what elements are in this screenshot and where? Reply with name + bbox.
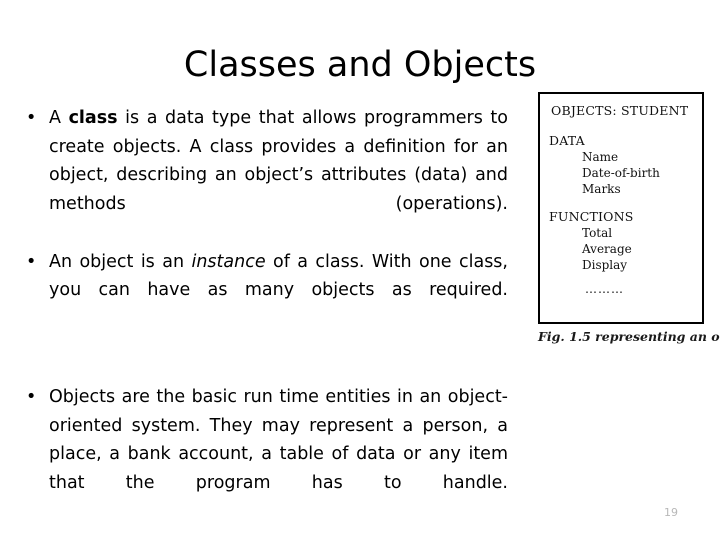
bullet-marker-icon: •	[26, 108, 37, 128]
bullet-item-2-text: An object is an instance of a class. Wit…	[49, 248, 508, 334]
figure-section-data-label: DATA	[549, 133, 585, 148]
bullet-item-3-text: Objects are the basic run time entities …	[49, 383, 508, 526]
bullet-1-segment-2: class	[68, 108, 118, 128]
figure-spacer	[540, 273, 702, 281]
bullet-item-2: • An object is an instance of a class. W…	[18, 248, 508, 334]
figure-data-item-name: Name	[582, 150, 619, 164]
figure-data-item-marks: Marks	[582, 182, 621, 196]
figure-container: OBJECTS: STUDENT DATA Name Date-of-birth…	[538, 92, 720, 345]
figure-function-item-total: Total	[582, 226, 613, 240]
figure-caption: Fig. 1.5 representing an object	[538, 329, 720, 344]
figure-ellipsis: ………	[585, 282, 624, 296]
bullet-2-segment-2: instance	[191, 251, 266, 272]
bullet-item-3: • Objects are the basic run time entitie…	[18, 383, 508, 526]
bullet-marker-icon: •	[26, 251, 37, 272]
page-title: Classes and Objects	[183, 45, 537, 85]
figure-function-item-display: Display	[582, 258, 628, 272]
page-number: 19	[664, 506, 678, 519]
bullet-3-segment-1: Objects are the basic run time entities …	[49, 387, 508, 493]
bullet-2-segment-1: An object is an	[49, 251, 192, 272]
bullet-marker-icon: •	[26, 387, 37, 407]
body-text-column: • A class is a data type that allows pro…	[18, 104, 508, 526]
figure-spacer	[540, 197, 702, 208]
object-diagram-box: OBJECTS: STUDENT DATA Name Date-of-birth…	[538, 92, 704, 324]
figure-data-item-dob: Date-of-birth	[582, 166, 660, 180]
bullet-1-segment-3: is a data type that allows programmers t…	[49, 108, 508, 214]
bullet-1-segment-1: A	[49, 108, 69, 128]
figure-spacer	[540, 119, 702, 132]
figure-function-item-average: Average	[582, 242, 632, 256]
figure-section-functions-label: FUNCTIONS	[549, 209, 634, 224]
bullet-item-1: • A class is a data type that allows pro…	[18, 104, 508, 247]
figure-header: OBJECTS: STUDENT	[551, 103, 689, 118]
bullet-item-1-text: A class is a data type that allows progr…	[49, 104, 508, 247]
